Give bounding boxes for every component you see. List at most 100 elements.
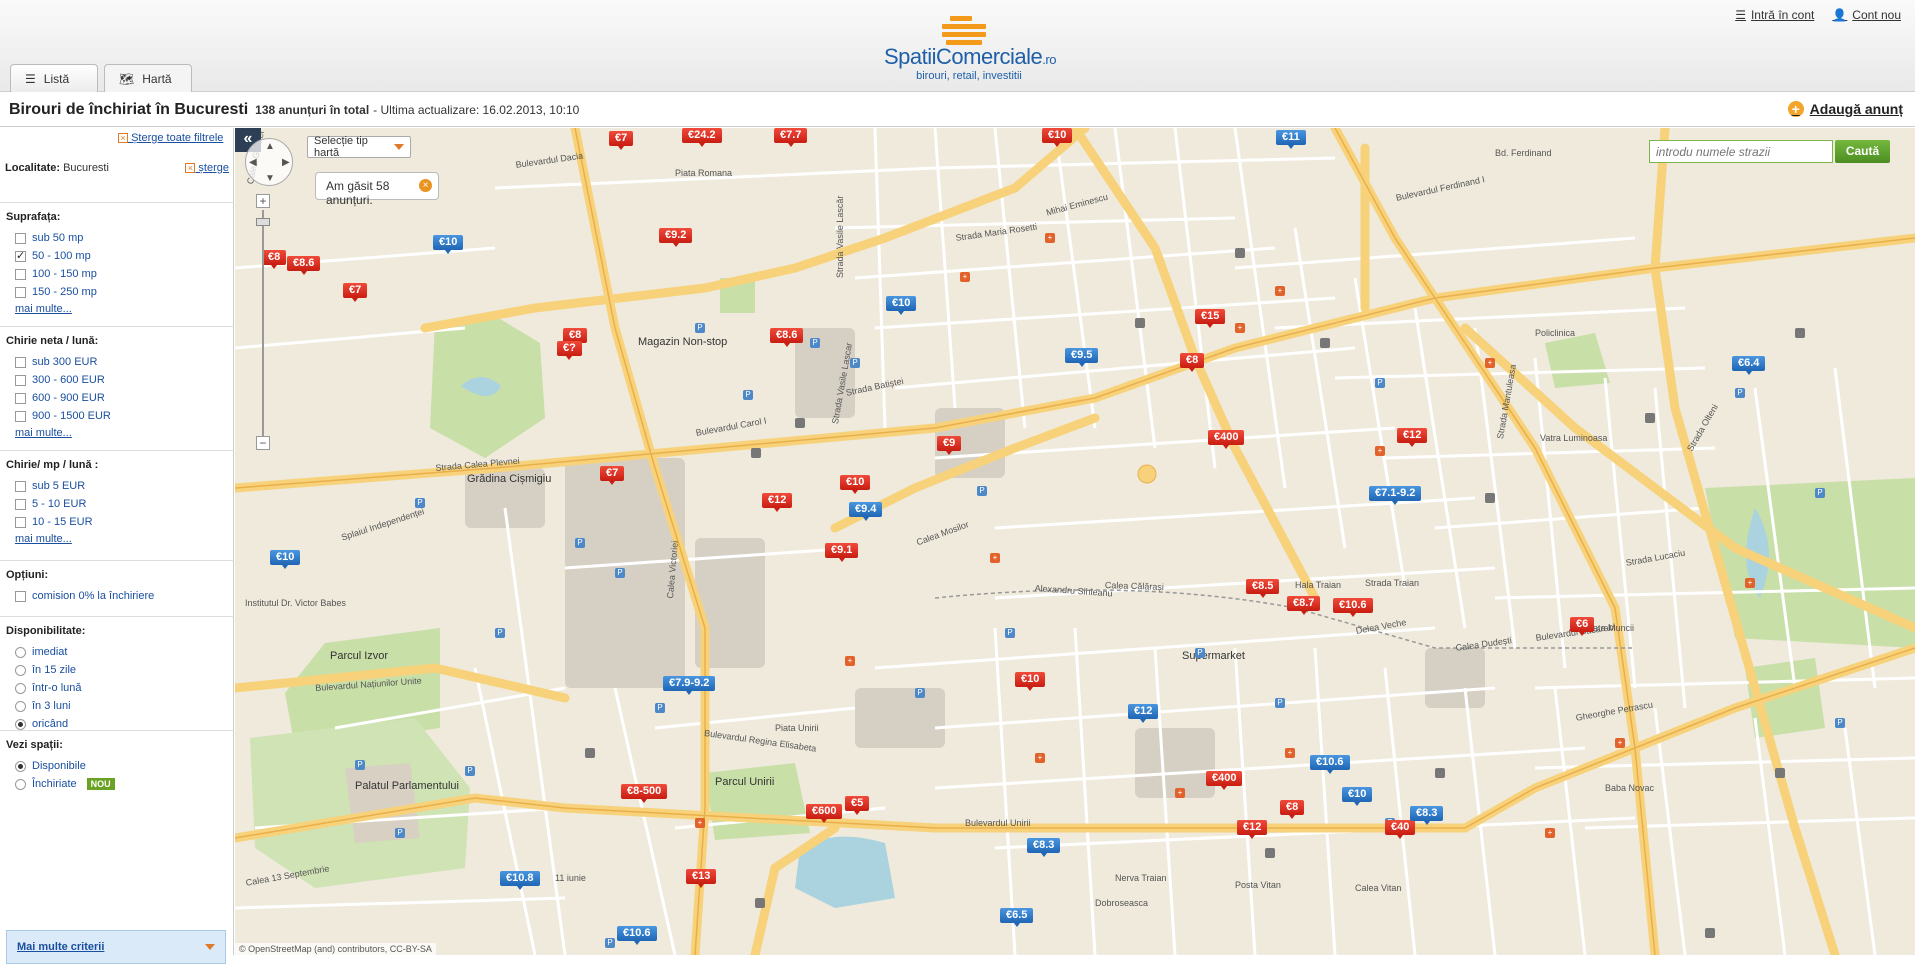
zoom-out-button[interactable]: − (256, 436, 270, 450)
price-marker[interactable]: €9.4 (849, 502, 883, 521)
price-marker[interactable]: €10 (1015, 672, 1046, 691)
map-type-select[interactable]: Selecție tip hartă (307, 135, 411, 159)
price-marker[interactable]: €12 (1128, 704, 1159, 723)
more-options-link[interactable]: mai multe... (6, 301, 234, 317)
price-marker[interactable]: €8.3 (1410, 806, 1444, 825)
site-logo[interactable]: SpatiiComerciale.ro birouri, retail, inv… (884, 14, 1056, 84)
price-marker[interactable]: €10 (433, 235, 464, 254)
checkbox[interactable] (15, 410, 26, 422)
locality-delete-link[interactable]: × șterge (185, 162, 229, 174)
price-marker[interactable]: €600 (806, 804, 843, 823)
clear-all-filters-link[interactable]: × Șterge toate filtrele (118, 132, 223, 144)
price-marker[interactable]: €8.5 (1246, 579, 1280, 598)
filter-option-label[interactable]: oricând (32, 718, 68, 730)
map-attribution[interactable]: © OpenStreetMap (and) contributors, CC-B… (235, 943, 436, 955)
filter-option-label[interactable]: sub 5 EUR (32, 480, 85, 492)
price-marker[interactable]: €10.6 (1333, 598, 1373, 617)
price-marker[interactable]: €400 (1208, 430, 1245, 449)
filter-option-label[interactable]: 150 - 250 mp (32, 286, 97, 298)
tab-map[interactable]: 🗺 Hartă (104, 64, 192, 92)
filter-option-label[interactable]: imediat (32, 646, 67, 658)
price-marker[interactable]: €8.3 (1027, 838, 1061, 857)
price-marker[interactable]: €8 (1280, 800, 1305, 819)
price-marker[interactable]: €8.6 (770, 328, 804, 347)
price-marker[interactable]: €15 (1195, 309, 1226, 328)
filter-option-label[interactable]: sub 300 EUR (32, 356, 97, 368)
price-marker[interactable]: €5 (845, 796, 870, 815)
price-marker[interactable]: €10.6 (617, 926, 657, 945)
filter-option[interactable]: 300 - 600 EUR (6, 371, 234, 389)
price-marker[interactable]: €9.1 (825, 543, 859, 562)
checkbox[interactable] (15, 480, 26, 492)
price-marker[interactable]: €40 (1385, 820, 1416, 839)
price-marker[interactable]: €8.7 (1287, 596, 1321, 615)
more-options-link[interactable]: mai multe... (6, 425, 234, 441)
checkbox[interactable] (15, 232, 26, 244)
pan-right-icon[interactable]: ▶ (282, 157, 290, 168)
radio-button[interactable] (15, 700, 26, 712)
radio-button[interactable] (15, 760, 26, 772)
filter-option-label[interactable]: într-o lună (32, 682, 82, 694)
zoom-slider[interactable]: + − (256, 194, 270, 454)
login-link[interactable]: ☰ Intră în cont (1735, 8, 1814, 22)
filter-option[interactable]: 150 - 250 mp (6, 283, 234, 301)
price-marker[interactable]: €? (557, 341, 582, 360)
filter-option-label[interactable]: 300 - 600 EUR (32, 374, 105, 386)
filter-option[interactable]: 50 - 100 mp (6, 247, 234, 265)
price-marker[interactable]: €6.4 (1732, 356, 1766, 375)
checkbox[interactable] (15, 498, 26, 510)
price-marker[interactable]: €7 (609, 131, 634, 150)
new-account-link[interactable]: 👤 Cont nou (1832, 8, 1901, 22)
filter-option-label[interactable]: în 15 zile (32, 664, 76, 676)
price-marker[interactable]: €7.9-9.2 (663, 676, 716, 695)
zoom-track[interactable] (262, 210, 264, 436)
filter-option[interactable]: 5 - 10 EUR (6, 495, 234, 513)
search-button[interactable]: Caută (1835, 140, 1890, 163)
price-marker[interactable]: €7.7 (774, 128, 808, 147)
checkbox[interactable] (15, 516, 26, 528)
filter-option[interactable]: într-o lună (6, 679, 234, 697)
filter-option[interactable]: în 15 zile (6, 661, 234, 679)
price-marker[interactable]: €8.6 (287, 256, 321, 275)
radio-button[interactable] (15, 646, 26, 658)
price-marker[interactable]: €7.1-9.2 (1369, 486, 1422, 505)
radio-button[interactable] (15, 664, 26, 676)
radio-button[interactable] (15, 778, 26, 790)
filter-option[interactable]: imediat (6, 643, 234, 661)
price-marker[interactable]: €7 (600, 466, 625, 485)
zoom-handle[interactable] (256, 218, 270, 226)
filter-option[interactable]: Închiriate NOU (6, 775, 234, 793)
filter-option-label[interactable]: 10 - 15 EUR (32, 516, 93, 528)
price-marker[interactable]: €6.5 (1000, 908, 1034, 927)
filter-option[interactable]: comision 0% la închiriere (6, 587, 234, 605)
filter-option[interactable]: sub 5 EUR (6, 477, 234, 495)
price-marker[interactable]: €10 (270, 550, 301, 569)
pan-up-icon[interactable]: ▲ (265, 141, 275, 152)
price-marker[interactable]: €10 (1342, 787, 1373, 806)
radio-button[interactable] (15, 718, 26, 730)
add-ad-button[interactable]: + Adaugă anunț (1787, 101, 1903, 117)
checkbox[interactable] (15, 356, 26, 368)
price-marker[interactable]: €13 (686, 869, 717, 888)
filter-option-label[interactable]: 50 - 100 mp (32, 250, 91, 262)
price-marker[interactable]: €12 (1237, 820, 1268, 839)
filter-option[interactable]: sub 300 EUR (6, 353, 234, 371)
filter-option-label[interactable]: 600 - 900 EUR (32, 392, 105, 404)
filter-option[interactable]: în 3 luni (6, 697, 234, 715)
filter-option-label[interactable]: 5 - 10 EUR (32, 498, 86, 510)
price-marker[interactable]: €7 (343, 283, 368, 302)
filter-option-label[interactable]: comision 0% la închiriere (32, 590, 154, 602)
price-marker[interactable]: €400 (1206, 771, 1243, 790)
checkbox[interactable] (15, 249, 26, 262)
price-marker[interactable]: €11 (1276, 130, 1306, 149)
filter-option-label[interactable]: în 3 luni (32, 700, 71, 712)
price-marker[interactable]: €8-500 (621, 784, 668, 803)
filter-option-label[interactable]: sub 50 mp (32, 232, 83, 244)
price-marker[interactable]: €12 (1397, 428, 1428, 447)
filter-option[interactable]: 10 - 15 EUR (6, 513, 234, 531)
filter-option[interactable]: 100 - 150 mp (6, 265, 234, 283)
price-marker[interactable]: €24.2 (682, 128, 722, 147)
price-marker[interactable]: €10.8 (500, 871, 540, 890)
map-view[interactable]: Calea GrivițeiBulevardul DaciaStrada Vas… (235, 128, 1915, 955)
tab-list[interactable]: ☰ Listă (10, 64, 98, 92)
